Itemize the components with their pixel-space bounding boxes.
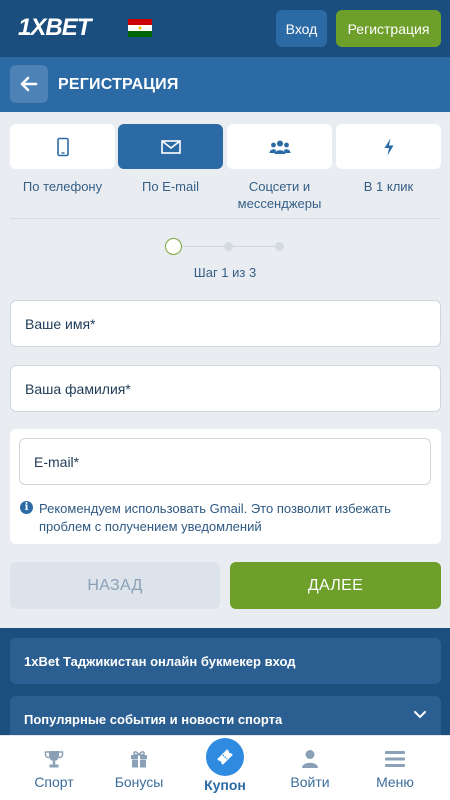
arrow-left-icon	[20, 76, 38, 92]
next-button[interactable]: ДАЛЕЕ	[230, 562, 441, 609]
nav-sport-label: Спорт	[34, 774, 74, 790]
login-button[interactable]: Вход	[276, 10, 327, 47]
email-card: i Рекомендуем использовать Gmail. Это по…	[10, 429, 441, 544]
step-dot	[275, 242, 284, 251]
app-header: 1XBET Вход Регистрация	[0, 0, 450, 57]
menu-icon	[385, 751, 405, 767]
tab-one-click-label: В 1 клик	[363, 179, 414, 194]
nav-menu[interactable]: Меню	[350, 736, 440, 800]
gift-icon	[131, 751, 147, 768]
user-icon	[302, 750, 318, 768]
users-icon	[269, 140, 290, 154]
divider	[10, 218, 441, 219]
envelope-icon	[160, 139, 181, 154]
page-title: РЕГИСТРАЦИЯ	[58, 76, 179, 93]
accordion-label: Популярные события и новости спорта	[24, 712, 283, 727]
tab-phone[interactable]	[10, 124, 115, 169]
footer-section: 1xBet Таджикистан онлайн букмекер вход П…	[0, 628, 450, 742]
step-indicator-text: Шаг 1 из 3	[193, 265, 257, 280]
tajikistan-flag-icon[interactable]	[128, 17, 152, 39]
step-dot	[224, 242, 233, 251]
ticket-icon	[217, 749, 233, 765]
accordion-label: 1xBet Таджикистан онлайн букмекер вход	[24, 654, 296, 669]
info-icon: i	[20, 501, 33, 514]
trophy-icon	[44, 751, 64, 768]
tab-social[interactable]	[227, 124, 332, 169]
nav-bonuses-label: Бонусы	[114, 774, 164, 790]
last-name-input[interactable]	[11, 366, 440, 411]
tab-one-click[interactable]	[336, 124, 441, 169]
tab-social-label: Соцсети и мессенджеры	[237, 179, 322, 211]
email-input[interactable]	[20, 439, 430, 484]
first-name-input[interactable]	[11, 301, 440, 346]
brand-logo[interactable]: 1XBET	[18, 14, 91, 42]
phone-icon	[56, 137, 69, 156]
lightning-icon	[384, 138, 393, 155]
tab-email-label: По E-mail	[141, 179, 200, 194]
step-dot-current	[165, 238, 182, 255]
nav-sport[interactable]: Спорт	[9, 736, 99, 800]
nav-menu-label: Меню	[376, 774, 414, 790]
accordion-bookmaker-login[interactable]: 1xBet Таджикистан онлайн букмекер вход	[10, 638, 441, 684]
first-name-field[interactable]	[10, 300, 441, 347]
back-button[interactable]: НАЗАД	[10, 562, 220, 609]
nav-login-label: Войти	[290, 774, 330, 790]
nav-coupon[interactable]	[206, 738, 244, 776]
page-titlebar: РЕГИСТРАЦИЯ	[0, 57, 450, 112]
back-arrow-button[interactable]	[10, 65, 48, 103]
nav-login[interactable]: Войти	[265, 736, 355, 800]
tab-phone-label: По телефону	[22, 179, 103, 194]
nav-coupon-label[interactable]: Купон	[180, 777, 270, 793]
nav-bonuses[interactable]: Бонусы	[94, 736, 184, 800]
last-name-field[interactable]	[10, 365, 441, 412]
email-hint-text: Рекомендуем использовать Gmail. Это позв…	[39, 501, 391, 534]
tab-email[interactable]	[118, 124, 223, 169]
email-field[interactable]	[19, 438, 431, 485]
register-button[interactable]: Регистрация	[336, 10, 441, 47]
chevron-down-icon	[414, 711, 426, 719]
